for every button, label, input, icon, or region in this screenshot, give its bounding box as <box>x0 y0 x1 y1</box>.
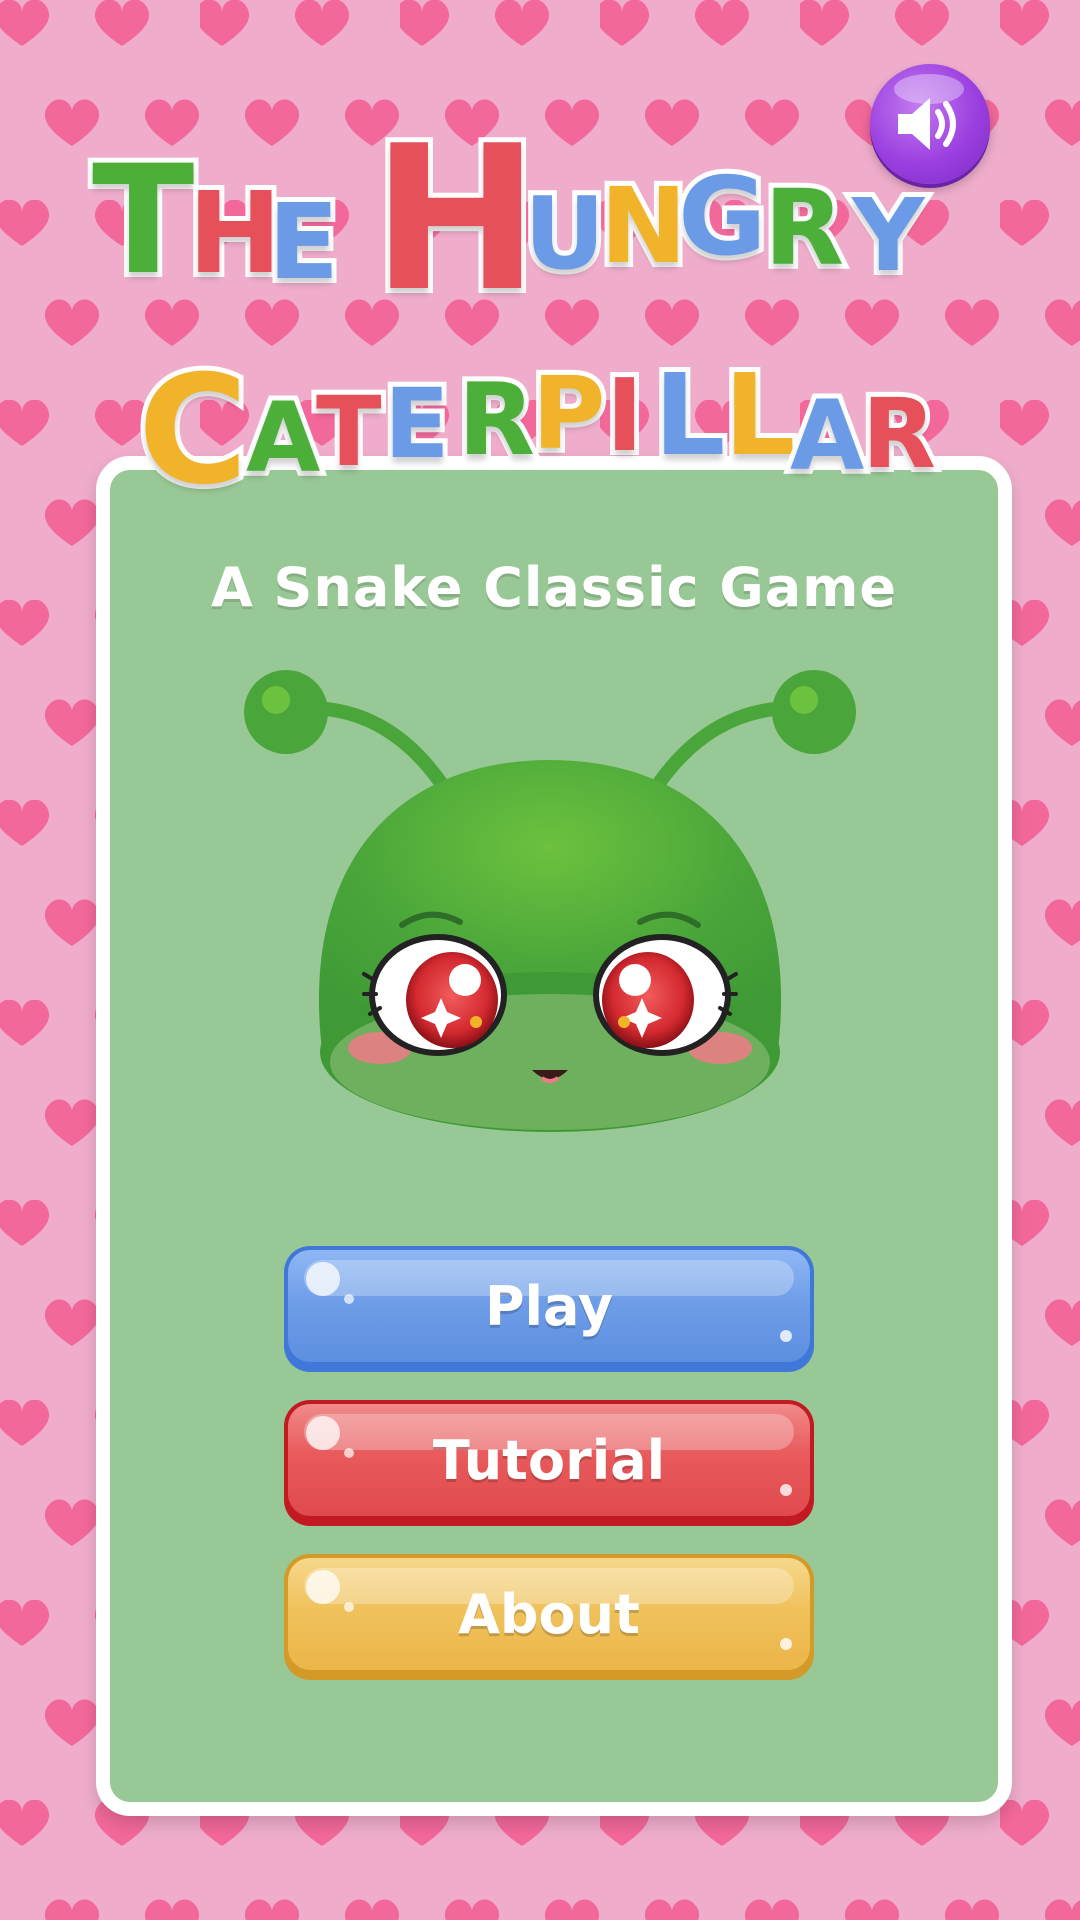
tutorial-button[interactable]: Tutorial <box>284 1400 814 1526</box>
title-letter: H <box>367 103 544 336</box>
caterpillar-mascot <box>244 670 856 1132</box>
game-title: T H E H U N G R Y C A T E R P I L L A R <box>0 110 1080 550</box>
title-letter: N <box>595 165 692 287</box>
title-letter: I <box>601 357 648 474</box>
title-letter: G <box>673 155 772 280</box>
title-letter: T <box>311 376 387 488</box>
title-letter: R <box>857 378 941 490</box>
title-letter: E <box>379 368 455 480</box>
title-letter: R <box>453 361 540 478</box>
title-letter: L <box>719 351 800 481</box>
title-letter: T <box>87 134 199 308</box>
title-letter: A <box>785 380 869 492</box>
title-letter: U <box>519 175 610 292</box>
title-letter: P <box>527 355 610 472</box>
play-button[interactable]: Play <box>284 1246 814 1372</box>
tutorial-button-label: Tutorial <box>432 1428 666 1492</box>
about-button[interactable]: About <box>284 1554 814 1680</box>
title-letter: C <box>133 344 253 518</box>
play-button-label: Play <box>484 1274 614 1338</box>
title-letter: Y <box>847 177 929 294</box>
title-letter: E <box>263 181 344 303</box>
about-button-label: About <box>458 1582 640 1646</box>
title-letter: A <box>241 382 325 494</box>
title-letter: R <box>759 167 849 289</box>
title-letter: L <box>649 351 730 481</box>
subtitle: A Snake Classic Game <box>210 556 898 619</box>
